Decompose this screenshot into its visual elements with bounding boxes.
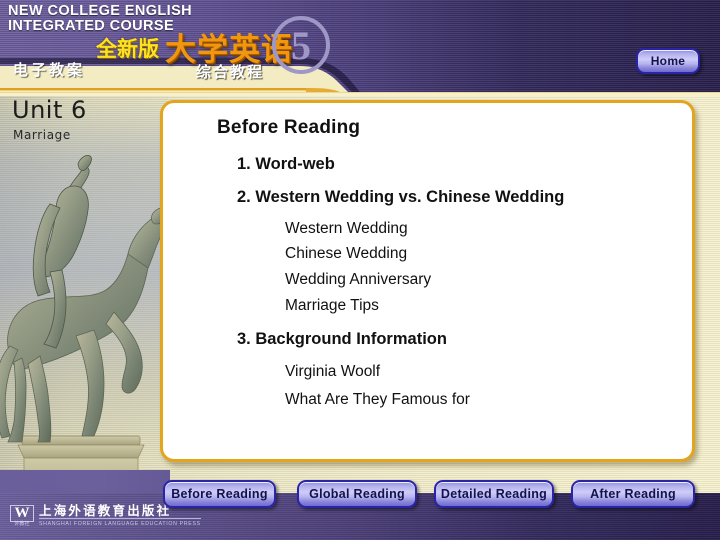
publisher-logo: W 外教社 上海外语教育出版社 SHANGHAI FOREIGN LANGUAG… <box>10 500 201 532</box>
unit-subtitle: Marriage <box>13 128 71 142</box>
equestrian-statue-image <box>0 150 170 510</box>
outline-item: What Are They Famous for <box>285 391 470 408</box>
outline-item: Marriage Tips <box>285 297 379 314</box>
outline-item: 1. Word-web <box>237 155 335 173</box>
content-panel: Before Reading 1. Word-web 2. Western Wed… <box>160 100 695 462</box>
nav-button-global-reading[interactable]: Global Reading <box>297 480 417 508</box>
outline-item: Chinese Wedding <box>285 245 408 262</box>
publisher-mark-sub: 外教社 <box>14 521 30 527</box>
outline-item: 2. Western Wedding vs. Chinese Wedding <box>237 188 565 206</box>
publisher-mark-letter: W <box>10 505 34 522</box>
publisher-name-en: SHANGHAI FOREIGN LANGUAGE EDUCATION PRES… <box>39 518 201 528</box>
outline-item: 3. Background Information <box>237 330 447 348</box>
publisher-mark-icon: W 外教社 <box>10 504 34 528</box>
course-header-banner: NEW COLLEGE ENGLISH INTEGRATED COURSE 电子… <box>0 0 720 92</box>
nav-button-detailed-reading[interactable]: Detailed Reading <box>434 480 554 508</box>
edition-label-cn: 全新版 <box>96 38 159 61</box>
course-title-line2: INTEGRATED COURSE <box>8 18 175 34</box>
home-button[interactable]: Home <box>636 48 700 74</box>
nav-button-after-reading[interactable]: After Reading <box>571 480 695 508</box>
slide-canvas: NEW COLLEGE ENGLISH INTEGRATED COURSE 电子… <box>0 0 720 540</box>
outline-item: Western Wedding <box>285 220 408 237</box>
outline-item: Wedding Anniversary <box>285 271 432 288</box>
course-title-line1: NEW COLLEGE ENGLISH <box>8 3 193 19</box>
courseware-label-cn: 电子教案 <box>13 62 86 79</box>
unit-title: Unit 6 <box>12 96 87 124</box>
nav-button-before-reading[interactable]: Before Reading <box>163 480 276 508</box>
outline-item: Virginia Woolf <box>285 363 381 380</box>
page-title: Before Reading <box>217 117 361 138</box>
course-subtitle-cn: 综合教程 <box>196 64 265 81</box>
volume-number-badge: 5 <box>272 16 330 74</box>
